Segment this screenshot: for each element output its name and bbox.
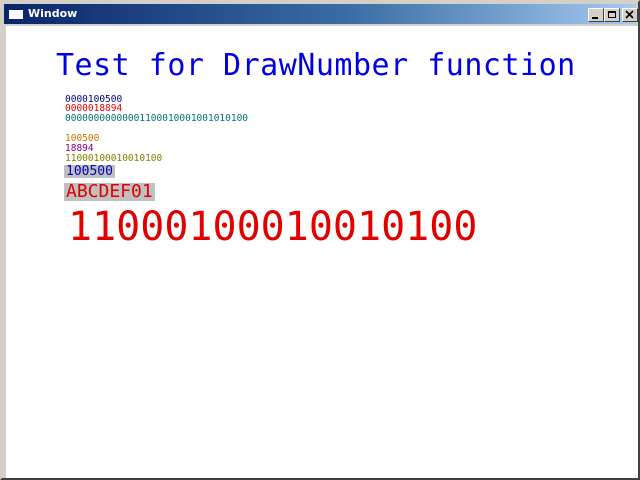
title-bar[interactable]: Window <box>4 4 638 24</box>
app-window: Window Test for DrawNumber function 0000… <box>0 0 640 480</box>
window-app-icon[interactable] <box>9 8 23 19</box>
page-title: Test for DrawNumber function <box>56 48 576 83</box>
close-button[interactable] <box>622 8 638 22</box>
maximize-icon <box>608 11 616 18</box>
number-line-boxed-hex: ABCDEF01 <box>64 181 155 202</box>
number-line-binary-padded: 00000000000001100010001001010100 <box>65 113 249 124</box>
number-line-binary: 11000100010010100 <box>65 153 163 164</box>
window-title: Window <box>28 7 78 20</box>
minimize-button[interactable] <box>588 8 604 22</box>
maximize-button[interactable] <box>604 8 620 22</box>
minimize-icon <box>592 17 598 19</box>
client-area: Test for DrawNumber function 0000100500 … <box>6 26 638 478</box>
number-line-boxed-decimal: 100500 <box>64 164 115 179</box>
big-number-binary: 11000100010010100 <box>68 204 478 250</box>
close-icon <box>625 10 634 19</box>
